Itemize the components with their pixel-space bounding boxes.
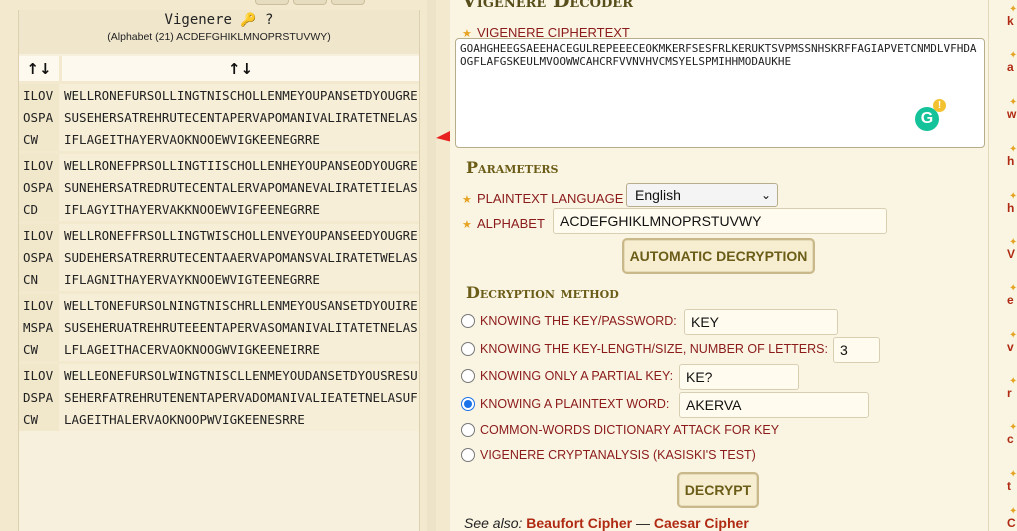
sort-key-column-button[interactable]: ↑↓ <box>19 56 62 81</box>
radio-partial-key[interactable] <box>461 369 475 383</box>
option-plaintext-word[interactable]: KNOWING A PLAINTEXT WORD: <box>461 397 669 411</box>
results-table: Vigenere 🔑 ? (Alphabet (21) ACDEFGHIKLMN… <box>18 10 420 531</box>
decoder-panel: Vigenere Decoder ★ VIGENERE CIPHERTEXT G… <box>450 0 988 531</box>
language-select-value: English <box>635 187 681 203</box>
radio-dictionary-attack[interactable] <box>461 423 475 437</box>
sidebar-link[interactable]: w <box>1007 107 1016 121</box>
alphabet-label: ALPHABET <box>476 216 545 231</box>
partial-key-input[interactable]: KE? <box>679 364 799 390</box>
results-rows: ILOVOSPACW WELLRONEFURSOLLINGTNISCHOLLENM… <box>19 81 419 431</box>
sidebar-link[interactable]: h <box>1007 201 1014 215</box>
key-input[interactable]: KEY <box>684 309 838 335</box>
top-tabs <box>255 0 365 5</box>
results-alphabet-note: (Alphabet (21) ACDEFGHIKLMNOPRSTUVWY) <box>107 31 331 43</box>
chevron-down-icon: ⌄ <box>760 188 771 202</box>
alphabet-input[interactable]: ACDEFGHIKLMNOPRSTUVWY <box>553 208 887 234</box>
result-plaintext: WELLRONEFFRSOLLINGTWISCHOLLENVEYOUPANSEE… <box>59 224 419 291</box>
right-sidebar: ✦ k ✦ a ✦ w ✦ h ✦ h ✦ V ✦ e ✦ v ✦ r ✦ c ✦ t ✦ C <box>988 0 1017 531</box>
option-key-length-label[interactable]: KNOWING THE KEY-LENGTH/SIZE, NUMBER OF L… <box>480 342 828 356</box>
result-plaintext: WELLEONEFURSOLWINGTNISCLLENMEYOUDANSETDY… <box>59 364 419 431</box>
alphabet-label-row: ★ ALPHABET <box>462 213 545 232</box>
results-title: Vigenere 🔑 ? <box>19 10 419 28</box>
result-key: ILOVOSPACD <box>23 158 54 217</box>
result-key: ILOVDSPACW <box>23 368 54 427</box>
tab-stub[interactable] <box>331 0 365 5</box>
option-dictionary-attack[interactable]: COMMON-WORDS DICTIONARY ATTACK FOR KEY <box>461 423 779 437</box>
key-icon[interactable]: 🔑 <box>240 13 256 28</box>
results-panel: Vigenere 🔑 ? (Alphabet (21) ACDEFGHIKLMN… <box>0 0 436 531</box>
see-also-separator: — <box>635 515 650 531</box>
radio-key-length[interactable] <box>461 342 475 356</box>
sort-row: ↑↓ ↑↓ <box>19 56 419 81</box>
result-key: ILOVOSPACN <box>23 228 54 287</box>
decryption-method-title: Decryption method <box>466 283 619 302</box>
option-partial-key[interactable]: KNOWING ONLY A PARTIAL KEY: <box>461 369 673 383</box>
see-also-prefix: See also: <box>464 515 523 531</box>
see-also: See also: Beaufort Cipher — Caesar Ciphe… <box>464 515 749 531</box>
option-plaintext-word-label[interactable]: KNOWING A PLAINTEXT WORD: <box>480 397 669 411</box>
plaintext-word-input[interactable]: AKERVA <box>679 392 869 418</box>
language-label: PLAINTEXT LANGUAGE <box>476 191 624 206</box>
language-select[interactable]: English ⌄ <box>626 183 778 207</box>
help-icon[interactable]: ? <box>265 12 273 28</box>
results-header: Vigenere 🔑 ? (Alphabet (21) ACDEFGHIKLMN… <box>19 10 419 54</box>
sidebar-link[interactable]: t <box>1007 479 1011 493</box>
result-row[interactable]: ILOVOSPACW WELLRONEFURSOLLINGTNISCHOLLENM… <box>19 81 419 151</box>
result-row[interactable]: ILOVDSPACW WELLEONEFURSOLWINGTNISCLLENMEY… <box>19 361 419 431</box>
radio-kasiski[interactable] <box>461 448 475 462</box>
sidebar-link[interactable]: h <box>1007 154 1014 168</box>
sidebar-link[interactable]: C <box>1007 516 1016 530</box>
sidebar-link[interactable]: k <box>1007 14 1014 28</box>
option-key-password-label[interactable]: KNOWING THE KEY/PASSWORD: <box>480 314 677 328</box>
result-key: ILOVMSPACW <box>23 298 54 357</box>
caesar-cipher-link[interactable]: Caesar Cipher <box>654 515 749 531</box>
tab-stub[interactable] <box>255 0 289 5</box>
result-row[interactable]: ILOVOSPACN WELLRONEFFRSOLLINGTWISCHOLLENV… <box>19 221 419 291</box>
key-length-input[interactable]: 3 <box>833 337 880 363</box>
decoder-title: Vigenere Decoder <box>462 0 633 12</box>
star-icon: ★ <box>462 193 472 206</box>
sidebar-link[interactable]: c <box>1007 432 1014 446</box>
radio-plaintext-word[interactable] <box>461 397 475 411</box>
result-row[interactable]: ILOVOSPACD WELLRONEFPRSOLLINGTIISCHOLLENH… <box>19 151 419 221</box>
option-kasiski-label[interactable]: VIGENERE CRYPTANALYSIS (KASISKI'S TEST) <box>480 448 756 462</box>
option-dictionary-attack-label[interactable]: COMMON-WORDS DICTIONARY ATTACK FOR KEY <box>480 423 779 437</box>
sidebar-link[interactable]: v <box>1007 340 1014 354</box>
option-partial-key-label[interactable]: KNOWING ONLY A PARTIAL KEY: <box>480 369 673 383</box>
beaufort-cipher-link[interactable]: Beaufort Cipher <box>526 515 632 531</box>
option-kasiski[interactable]: VIGENERE CRYPTANALYSIS (KASISKI'S TEST) <box>461 448 756 462</box>
result-plaintext: WELLRONEFURSOLLINGTNISCHOLLENMEYOUPANSET… <box>59 84 419 151</box>
grammarly-alert-badge[interactable]: ! <box>933 99 946 112</box>
star-icon: ★ <box>462 218 472 231</box>
tab-stub[interactable] <box>293 0 327 5</box>
option-key-password[interactable]: KNOWING THE KEY/PASSWORD: <box>461 314 677 328</box>
result-plaintext: WELLRONEFPRSOLLINGTIISCHOLLENHEYOUPANSEO… <box>59 154 419 221</box>
sort-text-column-button[interactable]: ↑↓ <box>62 56 419 81</box>
left-scrollbar[interactable] <box>427 0 436 531</box>
result-row[interactable]: ILOVMSPACW WELLTONEFURSOLNINGTNISCHRLLENM… <box>19 291 419 361</box>
result-key: ILOVOSPACW <box>23 88 54 147</box>
radio-key-password[interactable] <box>461 314 475 328</box>
ciphertext-textarea[interactable]: GOAHGHEEGSAEEHACEGULREPEEECEOKMKERFSESFR… <box>455 38 985 148</box>
option-key-length[interactable]: KNOWING THE KEY-LENGTH/SIZE, NUMBER OF L… <box>461 342 828 356</box>
result-plaintext: WELLTONEFURSOLNINGTNISCHRLLENMEYOUSANSET… <box>59 294 419 361</box>
sidebar-link[interactable]: V <box>1007 247 1015 261</box>
sidebar-link[interactable]: e <box>1007 293 1014 307</box>
sidebar-link[interactable]: a <box>1007 60 1014 74</box>
results-title-text: Vigenere <box>164 12 232 28</box>
automatic-decryption-button[interactable]: AUTOMATIC DECRYPTION <box>622 238 815 274</box>
language-label-row: ★ PLAINTEXT LANGUAGE <box>462 188 623 207</box>
decrypt-button[interactable]: DECRYPT <box>677 472 759 508</box>
parameters-title: Parameters <box>466 158 559 177</box>
sidebar-link[interactable]: r <box>1007 386 1012 400</box>
